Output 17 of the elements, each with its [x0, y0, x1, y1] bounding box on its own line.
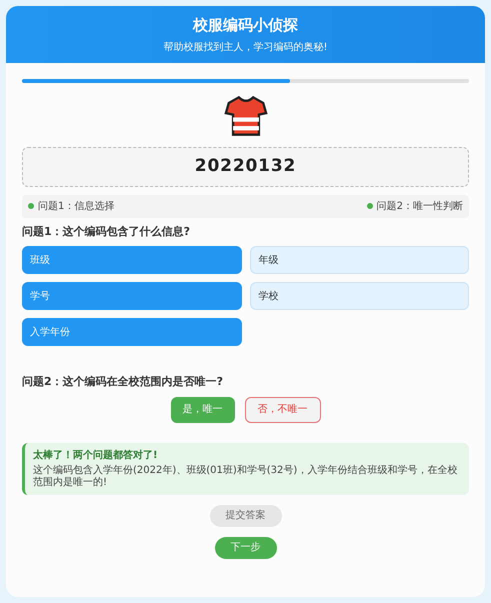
answer-button[interactable]: 是，唯一 — [170, 396, 234, 422]
question-title: 问题2：这个编码在全校范围内是否唯一? — [22, 374, 224, 390]
option-button[interactable]: 学号 — [22, 282, 242, 310]
option-button[interactable]: 年级 — [250, 246, 469, 274]
next-button[interactable]: 下一步 — [214, 536, 276, 558]
step-label: 问题2：唯一性判断 — [376, 200, 463, 214]
option-button[interactable]: 班级 — [22, 246, 242, 274]
step-label: 问题1：信息选择 — [38, 200, 114, 214]
question-title: 问题1：这个编码包含了什么信息? — [22, 224, 192, 240]
feedback-text: 这个编码包含入学年份(2022年)、班级(01班)和学号(32号)，入学年份结合班级和学号，在全校范围内是唯一的! — [33, 464, 458, 490]
answer-button[interactable]: 否，不唯一 — [244, 396, 320, 422]
option-button[interactable]: 学校 — [250, 282, 469, 310]
app-subtitle: 帮助校服找到主人，学习编码的奥秘! — [163, 40, 328, 54]
app-title: 校服编码小侦探 — [193, 15, 298, 36]
feedback-title: 太棒了！两个问题都答对了! — [33, 448, 159, 462]
code-display: 20220132 — [22, 146, 469, 186]
option-button[interactable]: 入学年份 — [22, 318, 242, 346]
